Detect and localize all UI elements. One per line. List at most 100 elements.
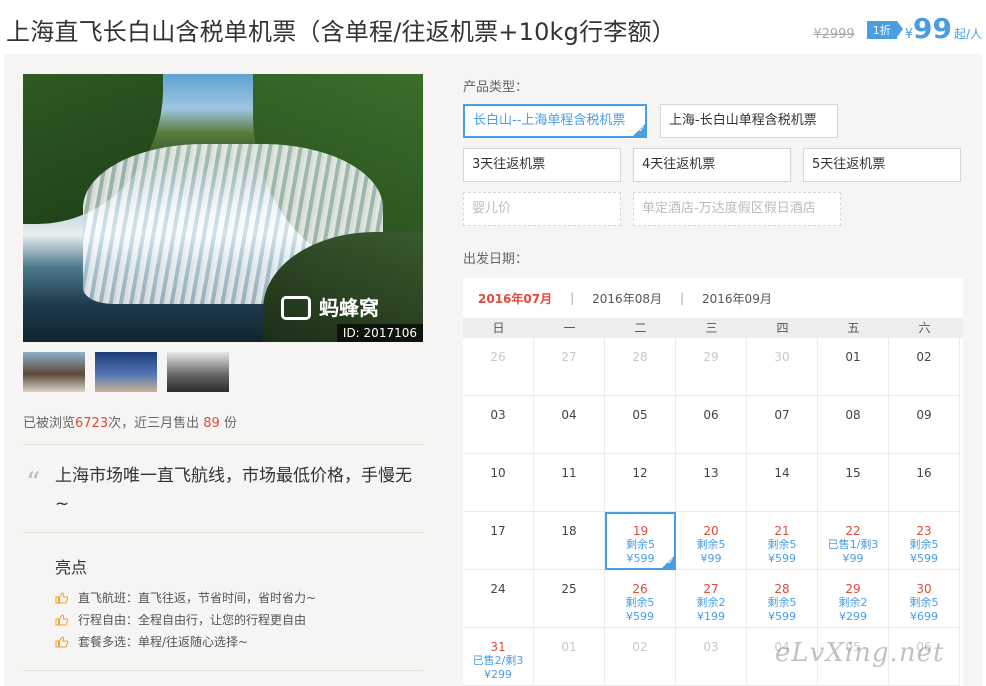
thumbnail-3[interactable] (167, 352, 229, 392)
month-separator: | (570, 291, 575, 305)
highlight-item: 直飞航班：直飞往返，节省时间，省时省力~ (55, 587, 316, 609)
day-price: ¥99 (700, 552, 722, 565)
option-label: 长白山--上海单程含税机票 (473, 113, 626, 128)
departure-date-label: 出发日期： (463, 252, 529, 267)
divider (23, 532, 423, 533)
month-tabs: 2016年07月 | 2016年08月 | 2016年09月 (463, 278, 963, 318)
day-number: 09 (916, 408, 932, 422)
highlight-text: 行程自由：全程自由行，让您的行程更自由 (78, 613, 307, 627)
view-count: 6723 (75, 416, 109, 431)
month-tab-sep[interactable]: 2016年09月 (702, 290, 772, 307)
calendar-day-available[interactable]: 29 剩余2 ¥299 (818, 570, 889, 628)
product-quote: 上海市场唯一直飞航线，市场最低价格，手慢无~ (55, 466, 412, 514)
calendar-day: 27 (534, 338, 605, 396)
sold-count: 89 (203, 416, 220, 431)
day-number: 15 (845, 466, 861, 480)
calendar-day-available[interactable]: 26 剩余5 ¥599 (605, 570, 676, 628)
product-panel: 蚂蜂窝 ID: 2017106 已被浏览6723次，近三月售出 89 份 “ 上… (4, 54, 982, 686)
calendar-day: 04 (534, 396, 605, 454)
option-label: 单定酒店-万达度假区假日酒店 (642, 201, 816, 216)
day-number: 30 (916, 582, 932, 596)
weekday-label: 六 (918, 321, 931, 335)
day-number: 14 (774, 466, 790, 480)
thumbnail-2[interactable] (95, 352, 157, 392)
day-number: 28 (632, 350, 648, 364)
calendar-week-row: 24 25 26 剩余5 ¥599 27 剩余2 ¥199 28 剩余5 ¥599 29 剩余2 ¥299… (463, 570, 963, 628)
day-price: ¥299 (839, 610, 867, 623)
day-number: 23 (916, 524, 932, 538)
day-number: 31 (490, 640, 506, 654)
view-stats: 已被浏览6723次，近三月售出 89 份 (23, 412, 237, 431)
weekday-label: 二 (634, 321, 647, 335)
day-number: 27 (561, 350, 577, 364)
option-shanghai-changbai-oneway[interactable]: 上海-长白山单程含税机票 (660, 104, 838, 138)
option-infant-price: 婴儿价 (463, 192, 621, 226)
calendar-day: 03 (463, 396, 534, 454)
thumbnail-strip (23, 352, 229, 392)
calendar-day-available[interactable]: 21 剩余5 ¥599 (747, 512, 818, 570)
day-stock: 剩余2 (838, 596, 868, 609)
highlight-item: 行程自由：全程自由行，让您的行程更自由 (55, 609, 316, 631)
calendar-day-available[interactable]: 23 剩余5 ¥599 (889, 512, 960, 570)
day-number: 11 (561, 466, 577, 480)
calendar-day: 05 (605, 396, 676, 454)
day-price: ¥699 (910, 610, 938, 623)
calendar-day: 26 (463, 338, 534, 396)
month-separator: | (679, 291, 685, 305)
divider (23, 444, 423, 445)
calendar-week-row: 171819剩余5¥59920剩余5¥9921剩余5¥59922已售1/剩3¥9… (463, 512, 963, 570)
option-hotel-only: 单定酒店-万达度假区假日酒店 (633, 192, 841, 226)
calendar-day: 24 (463, 570, 534, 628)
calendar-day-available[interactable]: 30 剩余5 ¥699 (889, 570, 960, 628)
highlights-title: 亮点 (55, 558, 88, 577)
day-number: 16 (916, 466, 932, 480)
option-label: 3天往返机票 (472, 157, 546, 172)
day-price: ¥299 (484, 668, 512, 681)
day-stock: 剩余5 (767, 538, 797, 551)
option-label: 婴儿价 (472, 201, 512, 216)
day-number: 05 (632, 408, 648, 422)
day-number: 22 (845, 524, 861, 538)
calendar-day: 12 (605, 454, 676, 512)
calendar-day: 01 (534, 628, 605, 686)
calendar-day: 16 (889, 454, 960, 512)
calendar-day: 10 (463, 454, 534, 512)
highlights-list: 直飞航班：直飞往返，节省时间，省时省力~ 行程自由：全程自由行，让您的行程更自由… (55, 587, 316, 653)
watermark-logo-text: 蚂蜂窝 (319, 296, 379, 320)
day-price: ¥599 (768, 610, 796, 623)
currency-symbol: ¥ (904, 27, 913, 42)
calendar-day: 01 (818, 338, 889, 396)
option-3day-roundtrip[interactable]: 3天往返机票 (463, 148, 621, 182)
calendar-day: 29 (676, 338, 747, 396)
calendar-day: 15 (818, 454, 889, 512)
weekday-label: 五 (847, 321, 860, 335)
calendar-day: 07 (747, 396, 818, 454)
day-number: 12 (632, 466, 648, 480)
calendar-day-available[interactable]: 20 剩余5 ¥99 (676, 512, 747, 570)
calendar-day: 02 (889, 338, 960, 396)
month-tab-aug[interactable]: 2016年08月 (592, 290, 662, 307)
highlight-item: 套餐多选：单程/往返随心选择~ (55, 631, 316, 653)
hero-image-waterfall[interactable]: 蚂蜂窝 ID: 2017106 (23, 74, 423, 342)
day-stock: 剩余2 (696, 596, 726, 609)
site-watermark: eLvXing.net (775, 638, 945, 668)
original-price: ¥2999 (813, 27, 855, 42)
day-number: 30 (774, 350, 790, 364)
option-5day-roundtrip[interactable]: 5天往返机票 (803, 148, 961, 182)
day-number: 13 (703, 466, 719, 480)
day-price: ¥599 (626, 610, 654, 623)
thumbnail-1[interactable] (23, 352, 85, 392)
month-tab-jul[interactable]: 2016年07月 (478, 290, 552, 307)
calendar-week-row: 03 04 05 06 07 08 09 (463, 396, 963, 454)
calendar-day: 03 (676, 628, 747, 686)
option-changbai-shanghai-oneway[interactable]: 长白山--上海单程含税机票 (463, 104, 647, 138)
calendar-day-available[interactable]: 28 剩余5 ¥599 (747, 570, 818, 628)
calendar-day-available[interactable]: 31 已售2/剩3 ¥299 (463, 628, 534, 686)
day-price: ¥599 (910, 552, 938, 565)
calendar-day-available[interactable]: 22 已售1/剩3 ¥99 (818, 512, 889, 570)
option-4day-roundtrip[interactable]: 4天往返机票 (633, 148, 791, 182)
calendar-day-available[interactable]: 27 剩余2 ¥199 (676, 570, 747, 628)
calendar-day-selected[interactable]: 19 剩余5 ¥599 (605, 512, 676, 570)
day-stock: 已售1/剩3 (827, 538, 879, 551)
divider (23, 670, 423, 671)
